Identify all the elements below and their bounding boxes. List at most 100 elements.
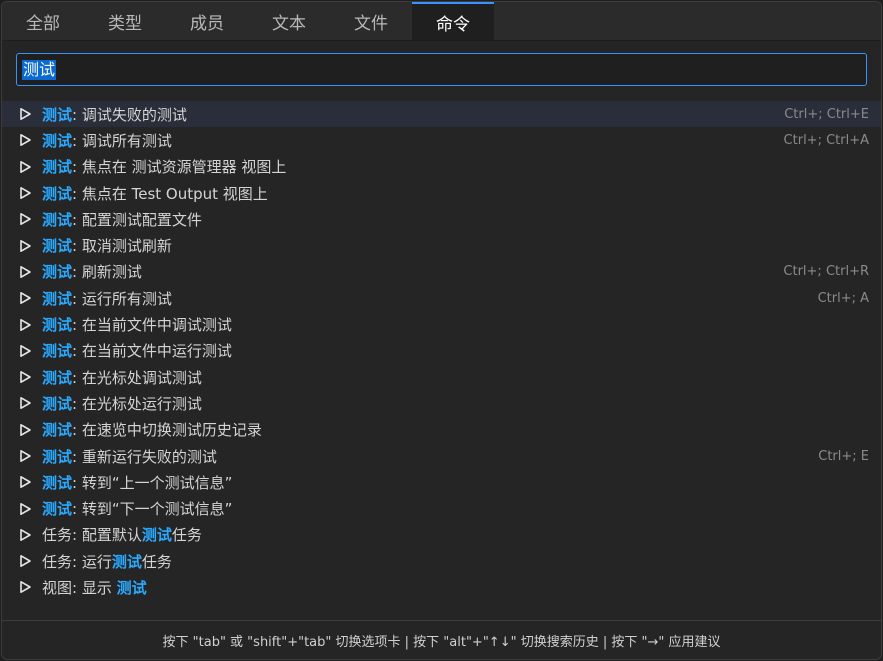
command-label-match: 测试 [42,184,73,203]
play-icon[interactable] [18,318,32,332]
command-label: 测试: 转到“下一个测试信息” [42,498,869,519]
command-label-match: 测试 [42,316,73,335]
play-icon[interactable] [18,291,32,305]
command-row[interactable]: 测试: 刷新测试 Ctrl+; Ctrl+R [2,259,881,285]
keyboard-shortcut: Ctrl+; E [818,448,869,464]
command-label-match: 测试 [141,526,172,545]
command-label-suffix: 任务 [141,552,172,571]
command-label: 测试: 在当前文件中调试测试 [42,314,869,335]
command-row[interactable]: 测试: 焦点在 Test Output 视图上 [2,180,881,206]
command-label: 测试: 在光标处运行测试 [42,393,869,414]
command-search-window: 全部 类型 成员 文本 文件 命令 测试 测试: 调试失败的测试 Ctrl+; C… [1,1,882,660]
command-label-suffix: : 转到“上一个测试信息” [72,473,233,492]
command-label-match: 测试 [42,421,73,440]
command-row[interactable]: 测试: 在光标处调试测试 [2,364,881,390]
command-row[interactable]: 测试: 运行所有测试 Ctrl+; A [2,285,881,311]
command-label-suffix: : 调试所有测试 [72,131,172,150]
play-icon[interactable] [18,423,32,437]
command-label-match: 测试 [42,447,73,466]
command-label-suffix: : 运行所有测试 [72,289,172,308]
play-icon[interactable] [18,502,32,516]
play-icon[interactable] [18,239,32,253]
play-icon[interactable] [18,133,32,147]
tab-all[interactable]: 全部 [2,2,84,40]
play-icon[interactable] [18,396,32,410]
command-label-suffix: : 刷新测试 [72,263,142,282]
command-label-match: 测试 [42,105,73,124]
command-row[interactable]: 测试: 调试所有测试 Ctrl+; Ctrl+A [2,127,881,153]
search-input[interactable]: 测试 [16,53,867,86]
command-label: 视图: 显示 测试 [42,577,869,598]
play-icon[interactable] [18,212,32,226]
command-row[interactable]: 测试: 在速览中切换测试历史记录 [2,417,881,443]
play-icon[interactable] [18,186,32,200]
command-label-match: 测试 [116,578,147,597]
command-label-prefix: 任务: 配置默认 [42,526,142,545]
command-label-suffix: : 在光标处调试测试 [72,368,202,387]
keyboard-shortcut: Ctrl+; Ctrl+A [783,132,869,148]
search-input-value[interactable]: 测试 [22,59,57,80]
command-row[interactable]: 测试: 焦点在 测试资源管理器 视图上 [2,154,881,180]
command-row[interactable]: 视图: 显示 测试 [2,574,881,600]
tab-commands[interactable]: 命令 [412,2,494,40]
command-label-suffix: : 在当前文件中调试测试 [72,316,232,335]
play-icon[interactable] [18,528,32,542]
command-row[interactable]: 测试: 在当前文件中调试测试 [2,311,881,337]
command-label: 测试: 在当前文件中运行测试 [42,340,869,361]
command-label-match: 测试 [42,500,73,519]
play-icon[interactable] [18,554,32,568]
play-icon[interactable] [18,160,32,174]
command-label-match: 测试 [42,368,73,387]
command-label-suffix: : 焦点在 测试资源管理器 视图上 [72,158,287,177]
play-icon[interactable] [18,475,32,489]
tab-text[interactable]: 文本 [248,2,330,40]
play-icon[interactable] [18,449,32,463]
tab-types[interactable]: 类型 [84,2,166,40]
play-icon[interactable] [18,107,32,121]
command-label-prefix: 视图: 显示 [42,578,117,597]
keyboard-shortcut: Ctrl+; A [817,290,869,306]
result-list: 测试: 调试失败的测试 Ctrl+; Ctrl+E 测试: 调试所有测试 Ctrl+;… [2,101,881,601]
command-label: 任务: 配置默认测试任务 [42,524,869,545]
command-label: 测试: 重新运行失败的测试 [42,446,818,467]
command-label-match: 测试 [42,289,73,308]
command-row[interactable]: 任务: 运行测试任务 [2,548,881,574]
command-label: 测试: 运行所有测试 [42,288,818,309]
tab-bar: 全部 类型 成员 文本 文件 命令 [2,2,881,41]
command-row[interactable]: 测试: 配置测试配置文件 [2,206,881,232]
keyboard-shortcut: Ctrl+; Ctrl+E [784,106,869,122]
command-label-suffix: : 在速览中切换测试历史记录 [72,421,262,440]
play-icon[interactable] [18,580,32,594]
command-row[interactable]: 测试: 重新运行失败的测试 Ctrl+; E [2,443,881,469]
search-area: 测试 [2,41,881,89]
command-label: 测试: 刷新测试 [42,261,783,282]
play-icon[interactable] [18,344,32,358]
command-label-match: 测试 [42,473,73,492]
command-row[interactable]: 任务: 配置默认测试任务 [2,522,881,548]
command-label-suffix: : 调试失败的测试 [72,105,187,124]
command-row[interactable]: 测试: 取消测试刷新 [2,232,881,258]
play-icon[interactable] [18,370,32,384]
command-row[interactable]: 测试: 转到“下一个测试信息” [2,495,881,521]
command-label-suffix: : 取消测试刷新 [72,237,172,256]
command-row[interactable]: 测试: 转到“上一个测试信息” [2,469,881,495]
command-row[interactable]: 测试: 调试失败的测试 Ctrl+; Ctrl+E [2,101,881,128]
command-row[interactable]: 测试: 在光标处运行测试 [2,390,881,416]
command-label-suffix: : 重新运行失败的测试 [72,447,217,466]
command-label-suffix: : 转到“下一个测试信息” [72,500,233,519]
command-label: 测试: 在光标处调试测试 [42,367,869,388]
command-label: 任务: 运行测试任务 [42,551,869,572]
tab-files[interactable]: 文件 [330,2,412,40]
command-label: 测试: 调试所有测试 [42,130,784,151]
command-label-suffix: : 配置测试配置文件 [72,210,202,229]
command-label-match: 测试 [42,342,73,361]
tab-members[interactable]: 成员 [166,2,248,40]
command-label-match: 测试 [42,131,73,150]
command-row[interactable]: 测试: 在当前文件中运行测试 [2,338,881,364]
command-label: 测试: 配置测试配置文件 [42,209,869,230]
command-label: 测试: 在速览中切换测试历史记录 [42,419,869,440]
play-icon[interactable] [18,265,32,279]
command-label: 测试: 调试失败的测试 [42,104,784,125]
keyboard-shortcut: Ctrl+; Ctrl+R [783,264,869,280]
command-label-match: 测试 [42,237,73,256]
